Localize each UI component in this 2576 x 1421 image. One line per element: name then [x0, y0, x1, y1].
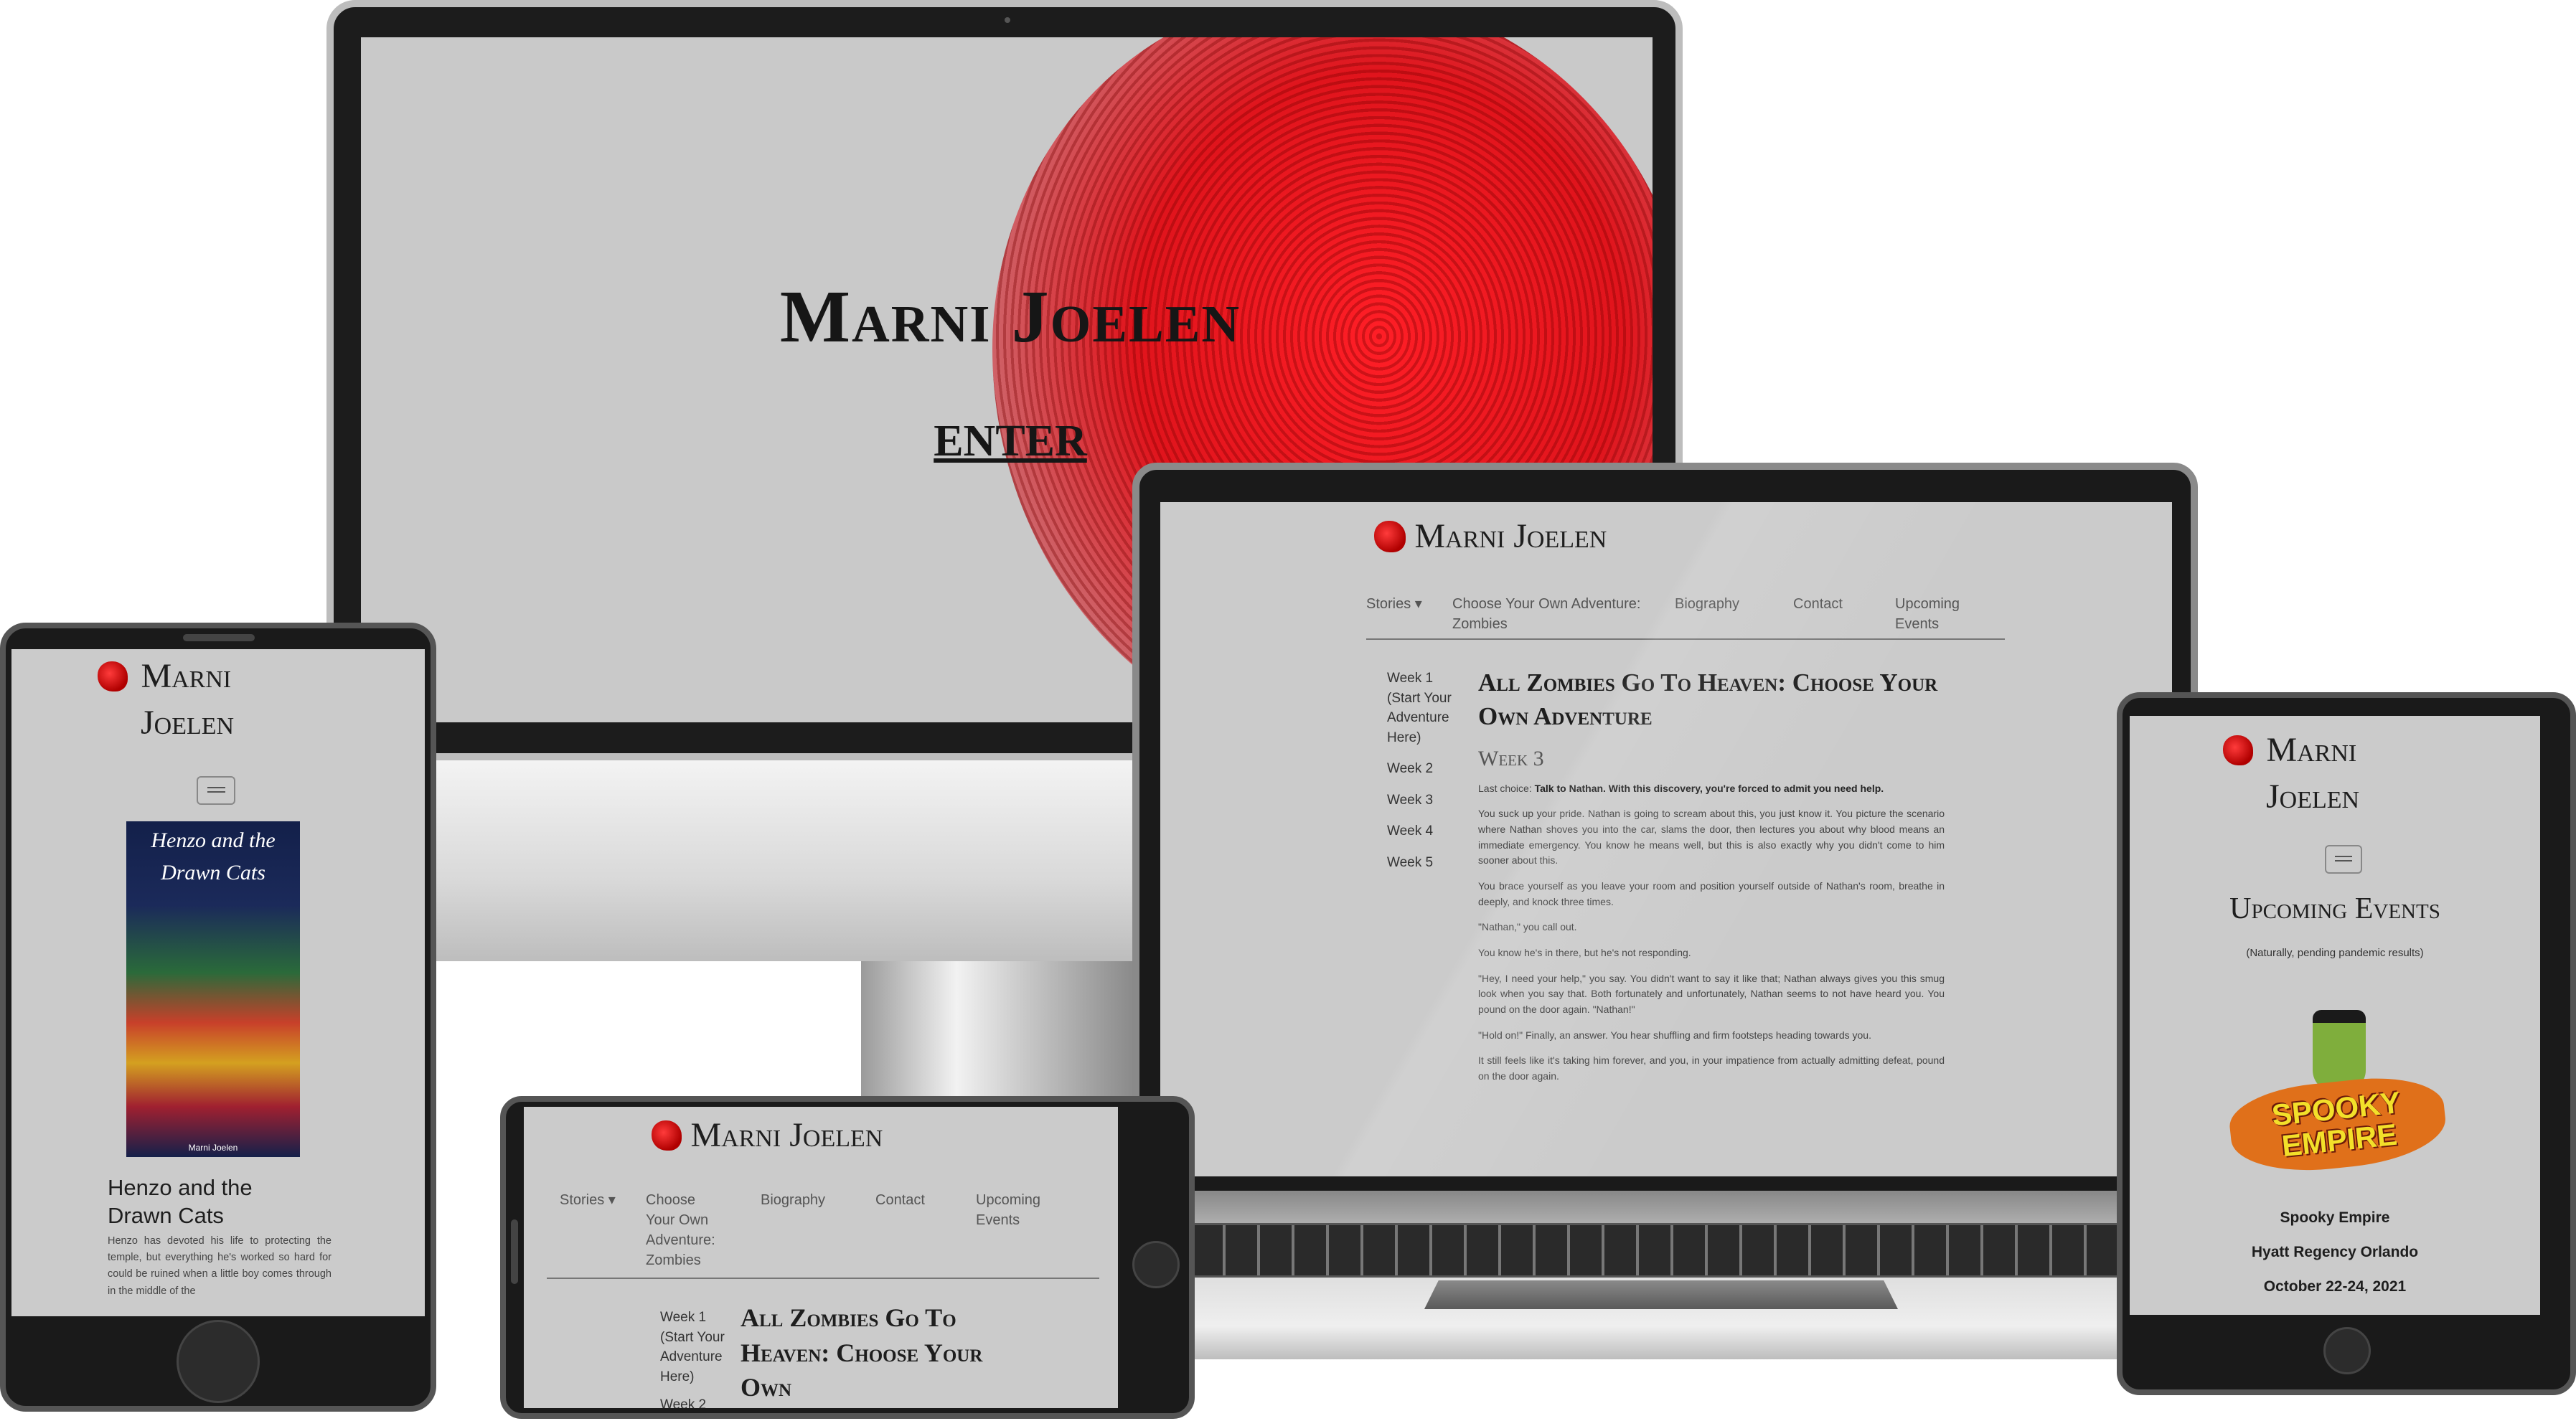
event-dates: October 22-24, 2021: [2263, 1278, 2407, 1295]
paragraph: "Hold on!" Finally, an answer. You hear …: [1478, 1029, 1871, 1041]
book-blurb: Henzo has devoted his life to protecting…: [108, 1235, 332, 1297]
landscape-navbar: Stories ▾ Choose Your Own Adventure: Zom…: [547, 1190, 1099, 1279]
phone-landscape-camera: [1132, 1241, 1180, 1288]
sidebar-week-2[interactable]: Week 2: [1387, 759, 1459, 779]
nav-contact[interactable]: Contact: [1793, 594, 1895, 634]
nav-choose-your-own-adventure[interactable]: Choose Your Own Adventure: Zombies: [646, 1190, 725, 1270]
brand-line-1: Marni: [2266, 731, 2357, 769]
nav-stories-dropdown[interactable]: Stories ▾: [547, 1190, 646, 1270]
fingerprint-logo-icon: [652, 1120, 682, 1151]
paragraph: You brace yourself as you leave your roo…: [1478, 879, 1945, 907]
site-title: Marni Joelen: [779, 275, 1241, 358]
nav-contact[interactable]: Contact: [875, 1190, 976, 1270]
monitor-stand-neck: [861, 961, 1134, 1105]
fingerprint-logo-icon: [98, 661, 128, 691]
event-name: Spooky Empire: [2280, 1209, 2390, 1226]
laptop-navbar: Stories ▾ Choose Your Own Adventure: Zom…: [1366, 594, 2005, 640]
paragraph: "Nathan," you call out.: [1478, 921, 1577, 933]
book-title[interactable]: Henzo and the Drawn Cats: [108, 1174, 309, 1230]
sidebar-week-2[interactable]: Week 2: [660, 1395, 729, 1408]
laptop-keyboard: [1191, 1223, 2138, 1278]
last-choice-label: Last choice:: [1478, 782, 1532, 794]
week-sidebar: Week 1 (Start Your Adventure Here) Week …: [1387, 669, 1459, 872]
phone-home-button: [177, 1320, 260, 1403]
sidebar-week-3[interactable]: Week 3: [1387, 790, 1459, 811]
sidebar-week-5[interactable]: Week 5: [1387, 853, 1459, 873]
book-cover-author: Marni Joelen: [188, 1143, 238, 1153]
brand-text: Marni Joelen: [690, 1116, 883, 1154]
brand-line-2: Joelen: [141, 704, 235, 742]
phone-landscape-speaker: [511, 1219, 518, 1284]
landscape-article-title: All Zombies Go To Heaven: Choose Your Ow…: [741, 1303, 983, 1402]
article: All Zombies Go To Heaven: Choose Your Ow…: [1478, 666, 1945, 1085]
nav-biography[interactable]: Biography: [1675, 594, 1793, 634]
sidebar-week-1[interactable]: Week 1 (Start Your Adventure Here): [1387, 669, 1459, 747]
monitor-camera: [1005, 17, 1010, 23]
laptop-screen: Marni Joelen Stories ▾ Choose Your Own A…: [1160, 502, 2172, 1176]
sidebar-week-1[interactable]: Week 1 (Start Your Adventure Here): [660, 1308, 729, 1387]
book-cover-image[interactable]: Henzo and the Drawn Cats Marni Joelen: [126, 821, 300, 1157]
laptop-brand[interactable]: Marni Joelen: [1374, 516, 1607, 556]
phone-brand[interactable]: Marni Joelen: [98, 656, 313, 742]
tablet-home-button: [2323, 1327, 2371, 1374]
paragraph: "Hey, I need your help," you say. You di…: [1478, 972, 1945, 1016]
event-venue: Hyatt Regency Orlando: [2251, 1244, 2419, 1260]
nav-upcoming-events[interactable]: Upcoming Events: [976, 1190, 1055, 1270]
hamburger-menu-icon[interactable]: [197, 776, 235, 805]
article-title: All Zombies Go To Heaven: Choose Your Ow…: [1478, 669, 1938, 731]
paragraph: It still feels like it's taking him fore…: [1478, 1054, 1945, 1082]
phone-portrait-screen: Marni Joelen Henzo and the Drawn Cats Ma…: [11, 649, 425, 1316]
event-logo-text: SPOOKY EMPIRE: [2226, 1070, 2450, 1179]
hamburger-menu-icon[interactable]: [2325, 845, 2362, 874]
upcoming-events-subheading: (Naturally, pending pandemic results): [2246, 947, 2424, 959]
brand-line-1: Marni: [141, 657, 232, 695]
paragraph: You know he's in there, but he's not res…: [1478, 947, 1691, 958]
last-choice-text: Talk to Nathan. With this discovery, you…: [1534, 782, 1884, 794]
laptop-trackpad: [1424, 1280, 1898, 1309]
nav-biography[interactable]: Biography: [761, 1190, 875, 1270]
landscape-brand[interactable]: Marni Joelen: [652, 1115, 883, 1155]
sidebar-week-4[interactable]: Week 4: [1387, 821, 1459, 841]
last-choice: Last choice: Talk to Nathan. With this d…: [1478, 781, 1945, 797]
phone-landscape-screen: Marni Joelen Stories ▾ Choose Your Own A…: [524, 1107, 1118, 1408]
tablet-screen: Marni Joelen Upcoming Events (Naturally,…: [2130, 716, 2540, 1315]
brand-text: Marni Joelen: [1414, 517, 1607, 555]
phone-speaker: [183, 634, 255, 641]
nav-choose-your-own-adventure[interactable]: Choose Your Own Adventure: Zombies: [1452, 594, 1675, 634]
landscape-sidebar: Week 1 (Start Your Adventure Here) Week …: [660, 1308, 729, 1408]
spooky-empire-logo[interactable]: SPOOKY EMPIRE: [2226, 1010, 2450, 1189]
paragraph: You suck up your pride. Nathan is going …: [1478, 808, 1945, 867]
fingerprint-logo-icon: [2223, 735, 2253, 765]
fingerprint-logo-icon: [1374, 520, 1406, 552]
upcoming-events-heading: Upcoming Events: [2229, 892, 2440, 925]
tablet-brand[interactable]: Marni Joelen: [2223, 730, 2438, 816]
book-cover-title: Henzo and the Drawn Cats: [151, 828, 276, 884]
enter-link[interactable]: ENTER: [863, 416, 1157, 467]
week-heading: Week 3: [1478, 746, 1544, 770]
nav-stories-dropdown[interactable]: Stories ▾: [1366, 594, 1452, 634]
brand-line-2: Joelen: [2266, 778, 2360, 816]
nav-upcoming-events[interactable]: Upcoming Events: [1895, 594, 1974, 634]
